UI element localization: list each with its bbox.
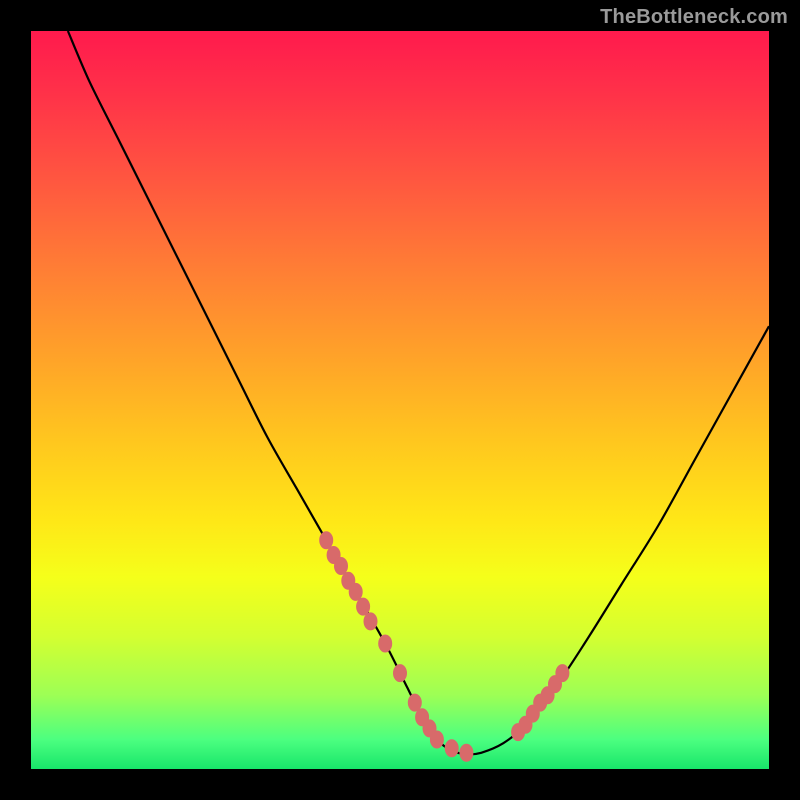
marker-dot bbox=[364, 612, 378, 630]
watermark-text: TheBottleneck.com bbox=[600, 6, 788, 29]
marker-dot bbox=[430, 731, 444, 749]
chart-frame: TheBottleneck.com bbox=[0, 0, 800, 800]
marker-dot bbox=[555, 664, 569, 682]
highlight-markers-left bbox=[319, 531, 473, 762]
marker-dot bbox=[319, 531, 333, 549]
curve-group bbox=[68, 31, 769, 754]
highlight-markers-right bbox=[511, 664, 569, 741]
bottleneck-curve-svg bbox=[31, 31, 769, 769]
marker-dot bbox=[393, 664, 407, 682]
marker-dot bbox=[334, 557, 348, 575]
marker-dot bbox=[445, 739, 459, 757]
marker-dot bbox=[356, 598, 370, 616]
plot-area bbox=[31, 31, 769, 769]
marker-dot bbox=[378, 635, 392, 653]
bottleneck-curve-path bbox=[68, 31, 769, 754]
marker-dot bbox=[459, 744, 473, 762]
